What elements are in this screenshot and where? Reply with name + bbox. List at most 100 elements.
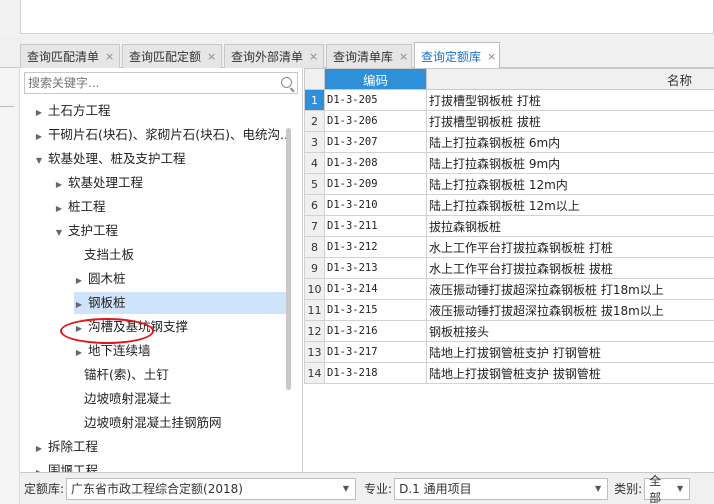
tree-node-anchor-soil-nail[interactable]: 锚杆(索)、土钉 <box>84 364 169 386</box>
code-cell[interactable]: D1-3-217 <box>324 341 427 363</box>
chevron-right-icon[interactable]: ▶ <box>74 294 84 316</box>
tree-node-slope-shotcrete[interactable]: 边坡喷射混凝土 <box>84 388 172 410</box>
close-icon[interactable]: × <box>309 50 318 63</box>
tab-query-match-quota[interactable]: 查询匹配定额 × <box>122 44 222 68</box>
tab-query-list-library[interactable]: 查询清单库 × <box>326 44 412 68</box>
name-cell[interactable]: 拔拉森钢板桩 <box>426 215 714 237</box>
name-cell[interactable]: 陆上打拉森钢板桩 12m内 <box>426 173 714 195</box>
name-cell[interactable]: 水上工作平台打拔拉森钢板桩 打桩 <box>426 236 714 258</box>
tree-node-trench-steel-support[interactable]: ▶ 沟槽及基坑钢支撑 <box>74 316 188 338</box>
row-number-cell[interactable]: 11 <box>304 299 325 321</box>
tree-node-dry-masonry[interactable]: ▶ 干砌片石(块石)、浆砌片石(块石)、电统沟... <box>34 124 290 146</box>
tree-node-demolition[interactable]: ▶ 拆除工程 <box>34 436 98 458</box>
code-cell[interactable]: D1-3-208 <box>324 152 427 174</box>
code-cell[interactable]: D1-3-213 <box>324 257 427 279</box>
search-input[interactable] <box>25 73 265 93</box>
row-number-cell[interactable]: 2 <box>304 110 325 132</box>
tree-node-retaining-board[interactable]: 支挡土板 <box>84 244 134 266</box>
table-row[interactable]: 13 D1-3-217 陆地上打拔钢管桩支护 打钢管桩 <box>304 341 714 363</box>
chevron-right-icon[interactable]: ▶ <box>74 342 84 364</box>
row-number-cell[interactable]: 7 <box>304 215 325 237</box>
category-select[interactable]: 全部 ▼ <box>644 474 691 504</box>
search-icon[interactable] <box>281 77 292 88</box>
table-row[interactable]: 8 D1-3-212 水上工作平台打拔拉森钢板桩 打桩 <box>304 236 714 258</box>
code-cell[interactable]: D1-3-210 <box>324 194 427 216</box>
close-icon[interactable]: × <box>487 50 496 63</box>
row-number-cell[interactable]: 12 <box>304 320 325 342</box>
scrollbar-thumb[interactable] <box>286 128 291 390</box>
table-row[interactable]: 12 D1-3-216 钢板桩接头 <box>304 320 714 342</box>
table-row[interactable]: 3 D1-3-207 陆上打拉森钢板桩 6m内 <box>304 131 714 153</box>
chevron-right-icon[interactable]: ▶ <box>74 270 84 292</box>
tree-node-earthwork[interactable]: ▶ 土石方工程 <box>34 100 111 122</box>
name-cell[interactable]: 陆上打拉森钢板桩 6m内 <box>426 131 714 153</box>
name-cell[interactable]: 陆地上打拔钢管桩支护 打钢管桩 <box>426 341 714 363</box>
table-row[interactable]: 1 D1-3-205 打拔槽型钢板桩 打桩 <box>304 89 714 111</box>
code-cell[interactable]: D1-3-211 <box>324 215 427 237</box>
chevron-right-icon[interactable]: ▶ <box>34 462 44 472</box>
row-number-cell[interactable]: 9 <box>304 257 325 279</box>
chevron-down-icon[interactable]: ▼ <box>34 150 44 172</box>
chevron-down-icon[interactable]: ▼ <box>595 484 601 493</box>
row-number-cell[interactable]: 10 <box>304 278 325 300</box>
table-row[interactable]: 6 D1-3-210 陆上打拉森钢板桩 12m以上 <box>304 194 714 216</box>
code-cell[interactable]: D1-3-216 <box>324 320 427 342</box>
code-cell[interactable]: D1-3-212 <box>324 236 427 258</box>
quota-library-select[interactable]: 广东省市政工程综合定额(2018) ▼ <box>66 477 357 500</box>
table-row[interactable]: 14 D1-3-218 陆地上打拔钢管桩支护 拔钢管桩 <box>304 362 714 384</box>
tree-node-slope-shotcrete-mesh[interactable]: 边坡喷射混凝土挂钢筋网 <box>84 412 222 434</box>
code-cell[interactable]: D1-3-207 <box>324 131 427 153</box>
row-number-cell[interactable]: 5 <box>304 173 325 195</box>
row-number-cell[interactable]: 8 <box>304 236 325 258</box>
chevron-right-icon[interactable]: ▶ <box>54 198 64 220</box>
tree-node-diaphragm-wall[interactable]: ▶ 地下连续墙 <box>74 340 151 362</box>
tree-node-soft-foundation[interactable]: ▶ 软基处理工程 <box>54 172 143 194</box>
code-cell[interactable]: D1-3-209 <box>324 173 427 195</box>
code-cell[interactable]: D1-3-206 <box>324 110 427 132</box>
name-cell[interactable]: 陆上打拉森钢板桩 12m以上 <box>426 194 714 216</box>
tab-query-match-list[interactable]: 查询匹配清单 × <box>20 44 120 68</box>
close-icon[interactable]: × <box>399 50 408 63</box>
row-number-cell[interactable]: 1 <box>304 89 325 111</box>
table-row[interactable]: 4 D1-3-208 陆上打拉森钢板桩 9m内 <box>304 152 714 174</box>
chevron-right-icon[interactable]: ▶ <box>34 126 44 148</box>
tree-node-soft-foundation-piles-support[interactable]: ▼ 软基处理、桩及支护工程 <box>34 148 186 170</box>
name-cell[interactable]: 陆上打拉森钢板桩 9m内 <box>426 152 714 174</box>
table-row[interactable]: 7 D1-3-211 拔拉森钢板桩 <box>304 215 714 237</box>
name-cell[interactable]: 水上工作平台打拔拉森钢板桩 拔桩 <box>426 257 714 279</box>
code-cell[interactable]: D1-3-205 <box>324 89 427 111</box>
code-cell[interactable]: D1-3-215 <box>324 299 427 321</box>
name-cell[interactable]: 液压振动锤打拔超深拉森钢板桩 拔18m以上 <box>426 299 714 321</box>
tab-query-external-list[interactable]: 查询外部清单 × <box>224 44 324 68</box>
table-row[interactable]: 2 D1-3-206 打拔槽型钢板桩 拔桩 <box>304 110 714 132</box>
table-row[interactable]: 10 D1-3-214 液压振动锤打拔超深拉森钢板桩 打18m以上 <box>304 278 714 300</box>
row-number-cell[interactable]: 4 <box>304 152 325 174</box>
name-cell[interactable]: 打拔槽型钢板桩 拔桩 <box>426 110 714 132</box>
name-column-header[interactable]: 名称 <box>426 68 714 90</box>
code-cell[interactable]: D1-3-214 <box>324 278 427 300</box>
chevron-down-icon[interactable]: ▼ <box>677 484 683 493</box>
table-row[interactable]: 5 D1-3-209 陆上打拉森钢板桩 12m内 <box>304 173 714 195</box>
name-cell[interactable]: 陆地上打拔钢管桩支护 拔钢管桩 <box>426 362 714 384</box>
code-cell[interactable]: D1-3-218 <box>324 362 427 384</box>
tree-node-pile-works[interactable]: ▶ 桩工程 <box>54 196 106 218</box>
chevron-right-icon[interactable]: ▶ <box>34 438 44 460</box>
tree-node-support-works[interactable]: ▼ 支护工程 <box>54 220 118 242</box>
table-row[interactable]: 9 D1-3-213 水上工作平台打拔拉森钢板桩 拔桩 <box>304 257 714 279</box>
chevron-down-icon[interactable]: ▼ <box>343 484 349 493</box>
chevron-right-icon[interactable]: ▶ <box>74 318 84 340</box>
tab-query-quota-library[interactable]: 查询定额库 × <box>414 42 500 69</box>
code-column-header[interactable]: 编码 <box>324 68 427 90</box>
close-icon[interactable]: × <box>207 50 216 63</box>
name-cell[interactable]: 液压振动锤打拔超深拉森钢板桩 打18m以上 <box>426 278 714 300</box>
row-number-cell[interactable]: 14 <box>304 362 325 384</box>
major-select[interactable]: D.1 通用项目 ▼ <box>394 477 609 500</box>
row-number-cell[interactable]: 13 <box>304 341 325 363</box>
name-cell[interactable]: 打拔槽型钢板桩 打桩 <box>426 89 714 111</box>
name-cell[interactable]: 钢板桩接头 <box>426 320 714 342</box>
close-icon[interactable]: × <box>105 50 114 63</box>
chevron-down-icon[interactable]: ▼ <box>54 222 64 244</box>
row-number-cell[interactable]: 3 <box>304 131 325 153</box>
table-row[interactable]: 11 D1-3-215 液压振动锤打拔超深拉森钢板桩 拔18m以上 <box>304 299 714 321</box>
tree-scrollbar[interactable] <box>285 100 293 472</box>
